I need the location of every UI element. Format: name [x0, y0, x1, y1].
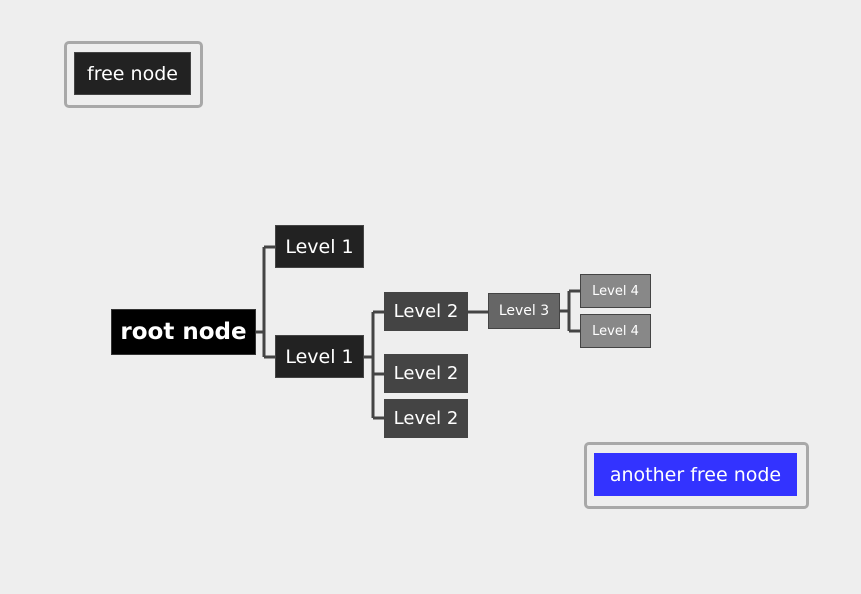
another-free-node[interactable]: another free node	[594, 453, 797, 496]
connector-level3-level4	[560, 289, 580, 333]
level4-node[interactable]: Level 4	[580, 314, 651, 348]
level1-node[interactable]: Level 1	[275, 335, 364, 378]
level4-node[interactable]: Level 4	[580, 274, 651, 308]
free-node[interactable]: free node	[74, 52, 191, 95]
level3-node[interactable]: Level 3	[488, 293, 560, 329]
level2-node[interactable]: Level 2	[384, 354, 468, 393]
connector-root-level1	[256, 245, 275, 359]
connector-level1-level2	[364, 310, 384, 420]
level2-node[interactable]: Level 2	[384, 399, 468, 438]
root-node[interactable]: root node	[111, 309, 256, 355]
level1-node[interactable]: Level 1	[275, 225, 364, 268]
level2-node[interactable]: Level 2	[384, 292, 468, 331]
